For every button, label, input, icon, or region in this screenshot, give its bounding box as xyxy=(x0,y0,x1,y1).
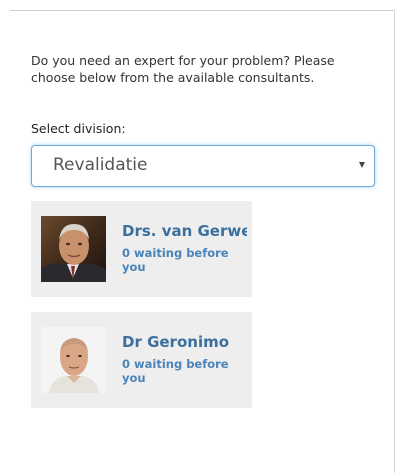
consultant-card[interactable]: Drs. van Gerwe 0 waiting before you xyxy=(31,201,252,297)
consultant-name: Dr Geronimo xyxy=(122,333,230,351)
chevron-down-icon xyxy=(359,162,365,168)
consultant-card[interactable]: Dr Geronimo 0 waiting before you xyxy=(31,312,252,408)
consultant-photo xyxy=(41,216,106,282)
consultant-photo xyxy=(41,327,106,393)
waiting-status: 0 waiting before you xyxy=(122,246,229,274)
division-select[interactable]: Revalidatie xyxy=(31,145,375,187)
division-label: Select division: xyxy=(31,121,126,136)
waiting-status: 0 waiting before you xyxy=(122,357,229,385)
division-selected-value: Revalidatie xyxy=(53,155,148,175)
consultant-name: Drs. van Gerwe xyxy=(122,222,247,240)
intro-text: Do you need an expert for your problem? … xyxy=(31,53,335,85)
panel-top-border xyxy=(10,10,395,11)
